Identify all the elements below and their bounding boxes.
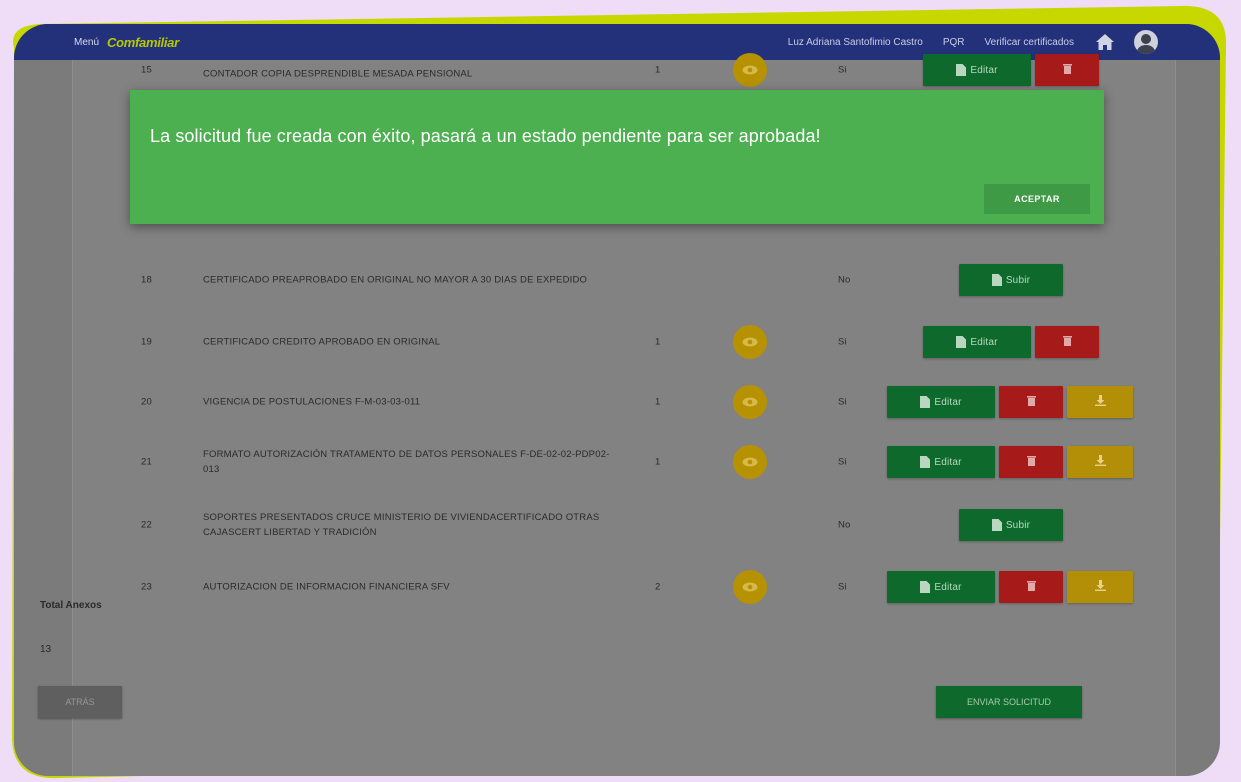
upload-button-label: Subir	[1005, 519, 1031, 531]
download-button[interactable]	[1067, 386, 1133, 418]
upload-button-label: Subir	[1005, 274, 1031, 286]
has-file-status: No	[838, 519, 851, 531]
send-request-button[interactable]: ENVIAR SOLICITUD	[936, 686, 1082, 718]
document-name: CONTADOR COPIA DESPRENDIBLE MESADA PENSI…	[203, 68, 473, 80]
delete-button[interactable]	[999, 386, 1063, 418]
document-name: CERTIFICADO CREDITO APROBADO EN ORIGINAL	[203, 336, 441, 348]
app-screen: Menú Comfamiliar Luz Adriana Santofimio …	[14, 24, 1220, 776]
document-name: AUTORIZACION DE INFORMACION FINANCIERA S…	[203, 581, 450, 593]
file-icon	[991, 274, 1002, 286]
back-button[interactable]: ATRÁS	[38, 686, 122, 718]
view-file-button[interactable]	[733, 325, 767, 359]
file-count: 1	[655, 456, 661, 468]
download-icon	[1094, 580, 1106, 594]
edit-button[interactable]: Editar	[887, 386, 995, 418]
view-file-button[interactable]	[733, 445, 767, 479]
row-number: 18	[141, 274, 152, 286]
table-row: 18 CERTIFICADO PREAPROBADO EN ORIGINAL N…	[73, 255, 1175, 305]
edit-button[interactable]: Editar	[923, 54, 1031, 86]
verify-certificates-link[interactable]: Verificar certificados	[985, 37, 1074, 48]
eye-icon	[742, 65, 758, 75]
row-number: 20	[141, 396, 152, 408]
document-name: CERTIFICADO PREAPROBADO EN ORIGINAL NO M…	[203, 274, 588, 286]
row-number: 19	[141, 336, 152, 348]
file-icon	[920, 581, 931, 593]
has-file-status: Si	[838, 64, 847, 76]
edit-button-label: Editar	[934, 581, 962, 593]
table-row: 22 SOPORTES PRESENTADOS CRUCE MINISTERIO…	[73, 500, 1175, 550]
total-annexes-label: Total Anexos	[40, 600, 102, 611]
table-row: 19 CERTIFICADO CREDITO APROBADO EN ORIGI…	[73, 317, 1175, 367]
eye-icon	[742, 457, 758, 467]
delete-button[interactable]	[999, 571, 1063, 603]
has-file-status: Si	[838, 456, 847, 468]
trash-icon	[1026, 455, 1036, 469]
download-icon	[1094, 395, 1106, 409]
file-count: 1	[655, 336, 661, 348]
view-file-button[interactable]	[733, 53, 767, 87]
menu-button[interactable]: Menú	[74, 37, 99, 48]
trash-icon	[1062, 335, 1072, 349]
view-file-button[interactable]	[733, 385, 767, 419]
edit-button-label: Editar	[934, 396, 962, 408]
trash-icon	[1026, 580, 1036, 594]
has-file-status: No	[838, 274, 851, 286]
file-icon	[956, 336, 967, 348]
edit-button[interactable]: Editar	[887, 571, 995, 603]
delete-button[interactable]	[1035, 326, 1099, 358]
view-file-button[interactable]	[733, 570, 767, 604]
document-name: VIGENCIA DE POSTULACIONES F-M-03-03-011	[203, 396, 421, 408]
file-count: 1	[655, 396, 661, 408]
home-icon[interactable]	[1094, 31, 1116, 53]
file-icon	[956, 64, 967, 76]
delete-button[interactable]	[999, 446, 1063, 478]
edit-button[interactable]: Editar	[923, 326, 1031, 358]
pqr-link[interactable]: PQR	[943, 37, 965, 48]
user-avatar-icon[interactable]	[1134, 30, 1158, 54]
total-annexes-value: 13	[40, 644, 52, 655]
table-row: 20 VIGENCIA DE POSTULACIONES F-M-03-03-0…	[73, 377, 1175, 427]
row-number: 21	[141, 456, 152, 468]
accept-button[interactable]: ACEPTAR	[984, 184, 1090, 214]
edit-button-label: Editar	[970, 64, 998, 76]
document-name: SOPORTES PRESENTADOS CRUCE MINISTERIO DE…	[203, 512, 600, 538]
row-number: 22	[141, 519, 152, 531]
row-number: 15	[141, 64, 152, 76]
table-row: 23 AUTORIZACION DE INFORMACION FINANCIER…	[73, 562, 1175, 612]
logo-text: Comfamiliar	[107, 34, 179, 50]
eye-icon	[742, 337, 758, 347]
download-button[interactable]	[1067, 571, 1133, 603]
user-name[interactable]: Luz Adriana Santofimio Castro	[788, 37, 923, 48]
has-file-status: Si	[838, 336, 847, 348]
has-file-status: Si	[838, 581, 847, 593]
has-file-status: Si	[838, 396, 847, 408]
download-icon	[1094, 455, 1106, 469]
edit-button-label: Editar	[934, 456, 962, 468]
document-name: FORMATO AUTORIZACIÓN TRATAMENTO DE DATOS…	[203, 449, 610, 475]
eye-icon	[742, 582, 758, 592]
file-icon	[920, 396, 931, 408]
eye-icon	[742, 397, 758, 407]
download-button[interactable]	[1067, 446, 1133, 478]
trash-icon	[1062, 63, 1072, 77]
brand-logo[interactable]: Comfamiliar	[107, 35, 179, 50]
row-number: 23	[141, 581, 152, 593]
edit-button[interactable]: Editar	[887, 446, 995, 478]
success-dialog: La solicitud fue creada con éxito, pasar…	[130, 90, 1104, 224]
file-icon	[920, 456, 931, 468]
file-count: 1	[655, 64, 661, 76]
trash-icon	[1026, 395, 1036, 409]
file-count: 2	[655, 581, 661, 593]
upload-button[interactable]: Subir	[959, 264, 1063, 296]
table-row: 21 FORMATO AUTORIZACIÓN TRATAMENTO DE DA…	[73, 437, 1175, 487]
delete-button[interactable]	[1035, 54, 1099, 86]
file-icon	[991, 519, 1002, 531]
edit-button-label: Editar	[970, 336, 998, 348]
upload-button[interactable]: Subir	[959, 509, 1063, 541]
success-message: La solicitud fue creada con éxito, pasar…	[150, 126, 821, 146]
